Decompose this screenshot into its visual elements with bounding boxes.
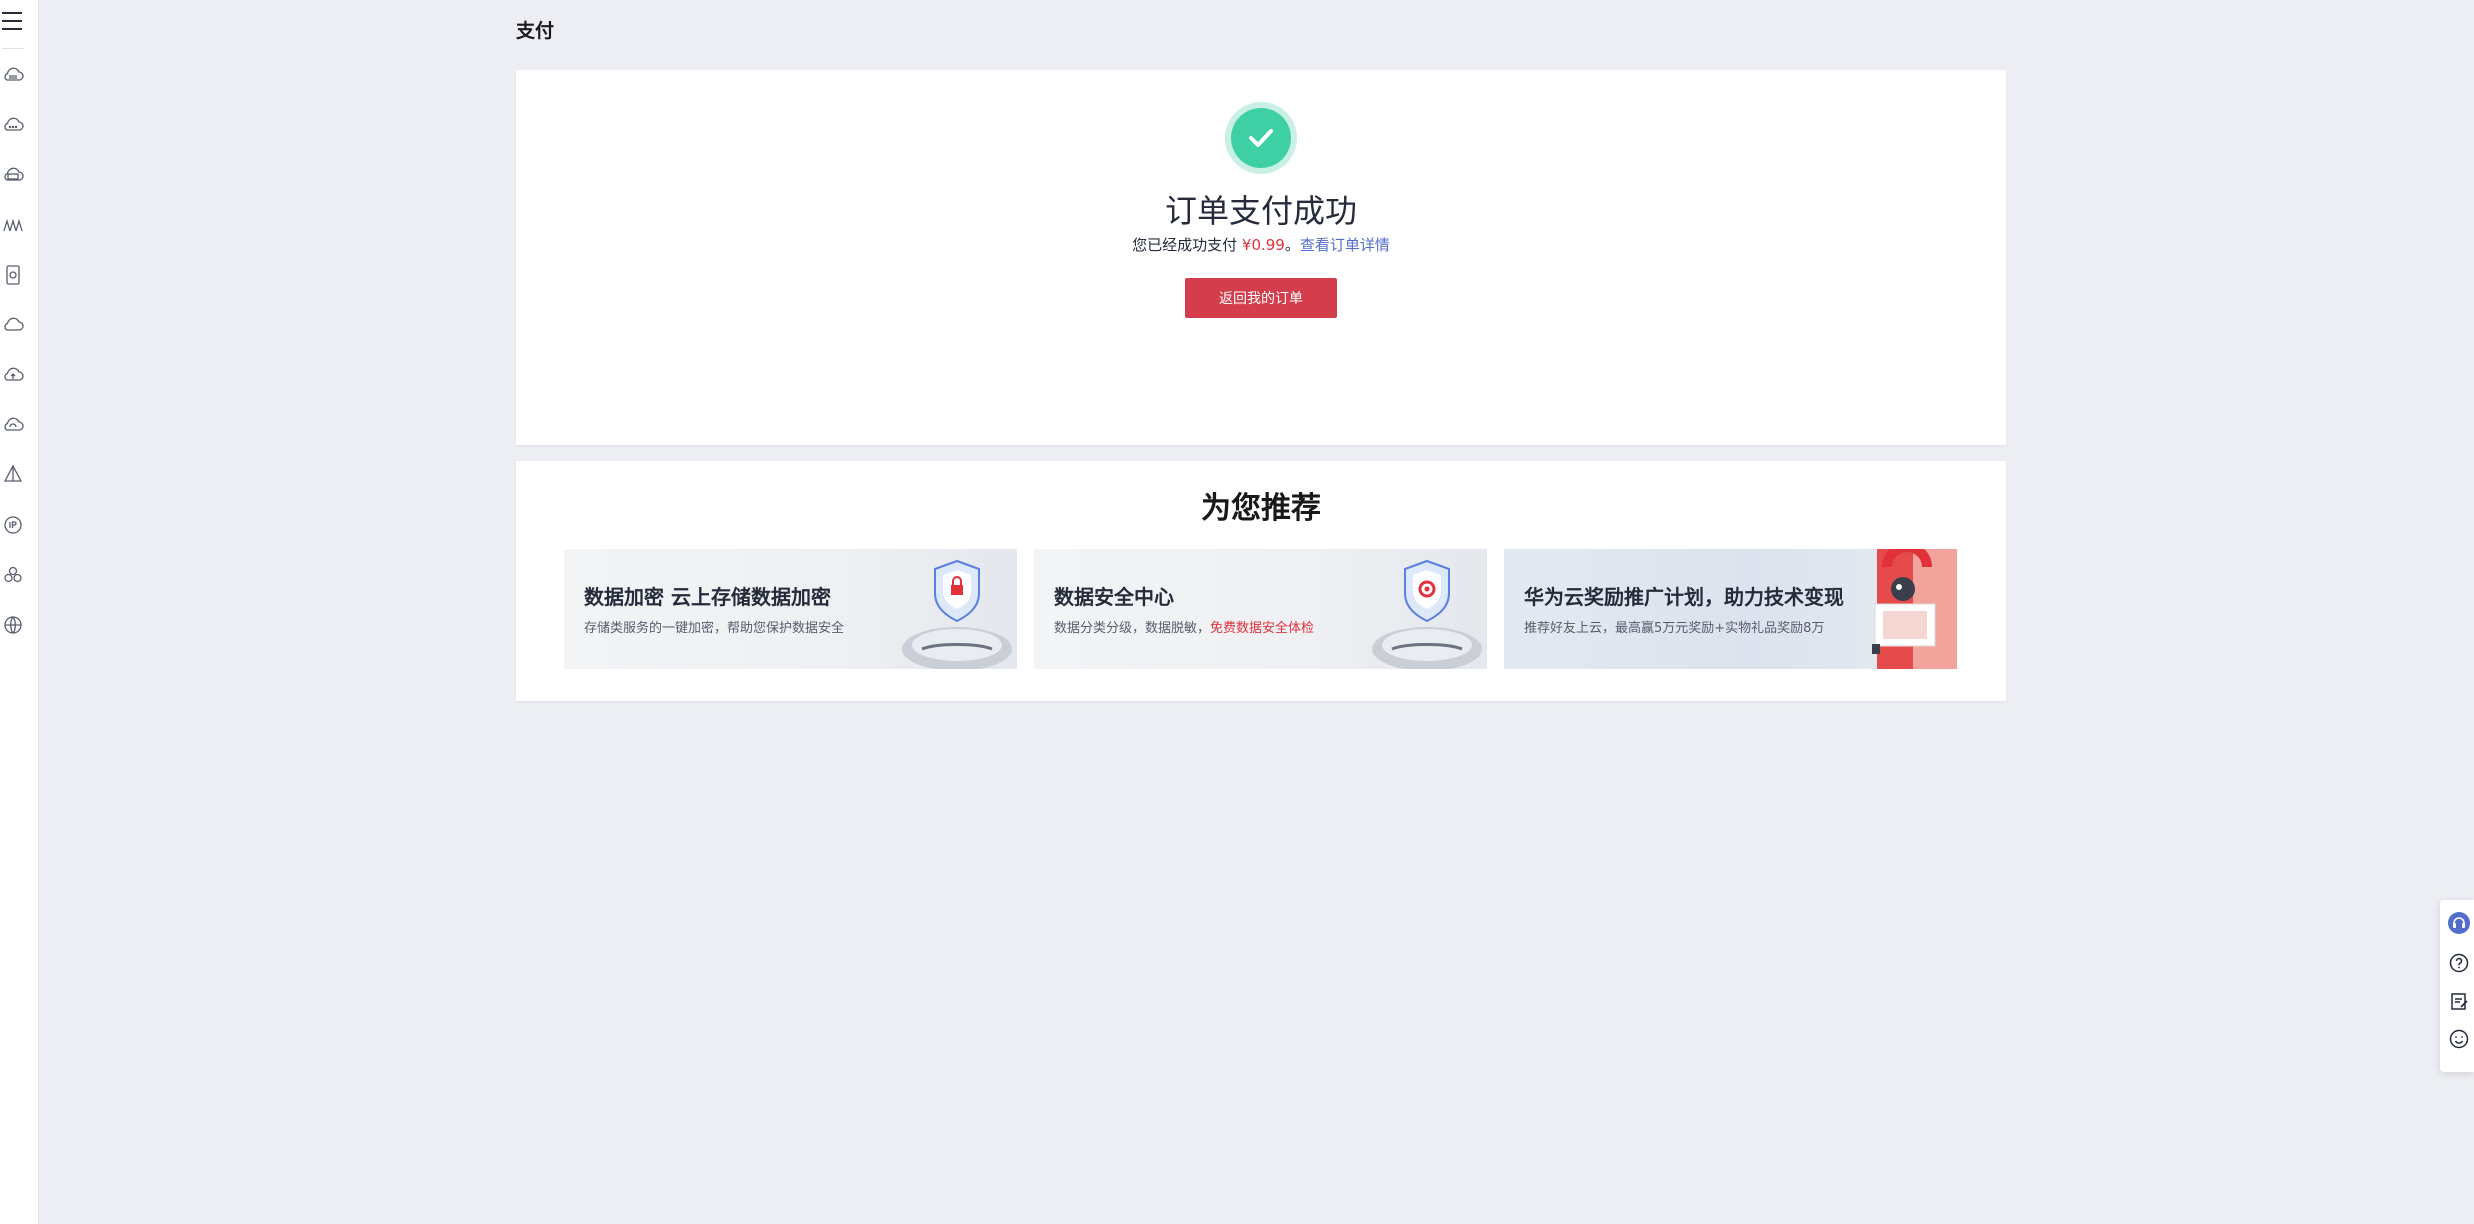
cloud-sync-icon[interactable] [0, 412, 26, 438]
menu-icon[interactable] [0, 6, 24, 36]
banner-desc-highlight: 免费数据安全体检 [1210, 621, 1315, 636]
floating-toolbar [2440, 900, 2474, 1072]
gift-illustration-icon [1872, 549, 1957, 669]
payment-success-card: 订单支付成功 您已经成功支付 ¥0.99。查看订单详情 返回我的订单 [516, 70, 2006, 445]
smile-icon[interactable] [2446, 1026, 2472, 1052]
success-message-prefix: 您已经成功支付 [1132, 236, 1238, 254]
left-sidebar [0, 0, 39, 1224]
pyramid-icon[interactable] [0, 462, 26, 488]
edit-note-icon[interactable] [2446, 988, 2472, 1014]
banner-referral-program[interactable]: 华为云奖励推广计划，助力技术变现 推荐好友上云，最高赢5万元奖励+实物礼品奖励8… [1504, 549, 1957, 669]
recommend-card: 为您推荐 数据加密 云上存储数据加密 存储类服务的一键加密，帮助您保护数据安全 … [516, 461, 2006, 701]
check-icon [1225, 102, 1297, 174]
recommend-title: 为您推荐 [1201, 491, 1321, 526]
success-message-sep: 。 [1284, 236, 1300, 254]
ip-icon[interactable] [0, 512, 26, 538]
cloud-server-icon[interactable] [0, 62, 26, 88]
success-heading: 订单支付成功 [1164, 192, 1357, 230]
success-message: 您已经成功支付 ¥0.99。查看订单详情 [516, 234, 2006, 255]
order-detail-link[interactable]: 查看订单详情 [1300, 236, 1390, 254]
back-to-orders-button[interactable]: 返回我的订单 [1185, 278, 1337, 318]
cloud-storage-icon[interactable] [0, 162, 26, 188]
banner-title: 数据安全中心 [1054, 585, 1174, 609]
banner-desc: 数据分类分级，数据脱敏，免费数据安全体检 [1054, 621, 1315, 636]
shield-illustration-icon [902, 559, 1012, 669]
banner-data-encryption[interactable]: 数据加密 云上存储数据加密 存储类服务的一键加密，帮助您保护数据安全 [564, 549, 1017, 669]
sidebar-divider [2, 48, 24, 49]
banner-desc: 存储类服务的一键加密，帮助您保护数据安全 [584, 621, 845, 636]
cluster-icon[interactable] [0, 562, 26, 588]
headset-icon[interactable] [2446, 910, 2472, 936]
shield-illustration-icon [1372, 559, 1482, 669]
network-icon[interactable] [0, 212, 26, 238]
cloud-dots-icon[interactable] [0, 112, 26, 138]
banner-desc: 推荐好友上云，最高赢5万元奖励+实物礼品奖励8万 [1524, 621, 1825, 636]
paid-amount: ¥0.99 [1241, 236, 1285, 254]
banner-title: 数据加密 云上存储数据加密 [584, 585, 831, 609]
cloud-icon[interactable] [0, 312, 26, 338]
banner-data-security-center[interactable]: 数据安全中心 数据分类分级，数据脱敏，免费数据安全体检 [1034, 549, 1487, 669]
help-icon[interactable] [2446, 950, 2472, 976]
cloud-upload-icon[interactable] [0, 362, 26, 388]
page-title: 支付 [516, 20, 555, 42]
globe-icon[interactable] [0, 612, 26, 638]
banner-title: 华为云奖励推广计划，助力技术变现 [1524, 585, 1844, 609]
mobile-app-icon[interactable] [0, 262, 26, 288]
